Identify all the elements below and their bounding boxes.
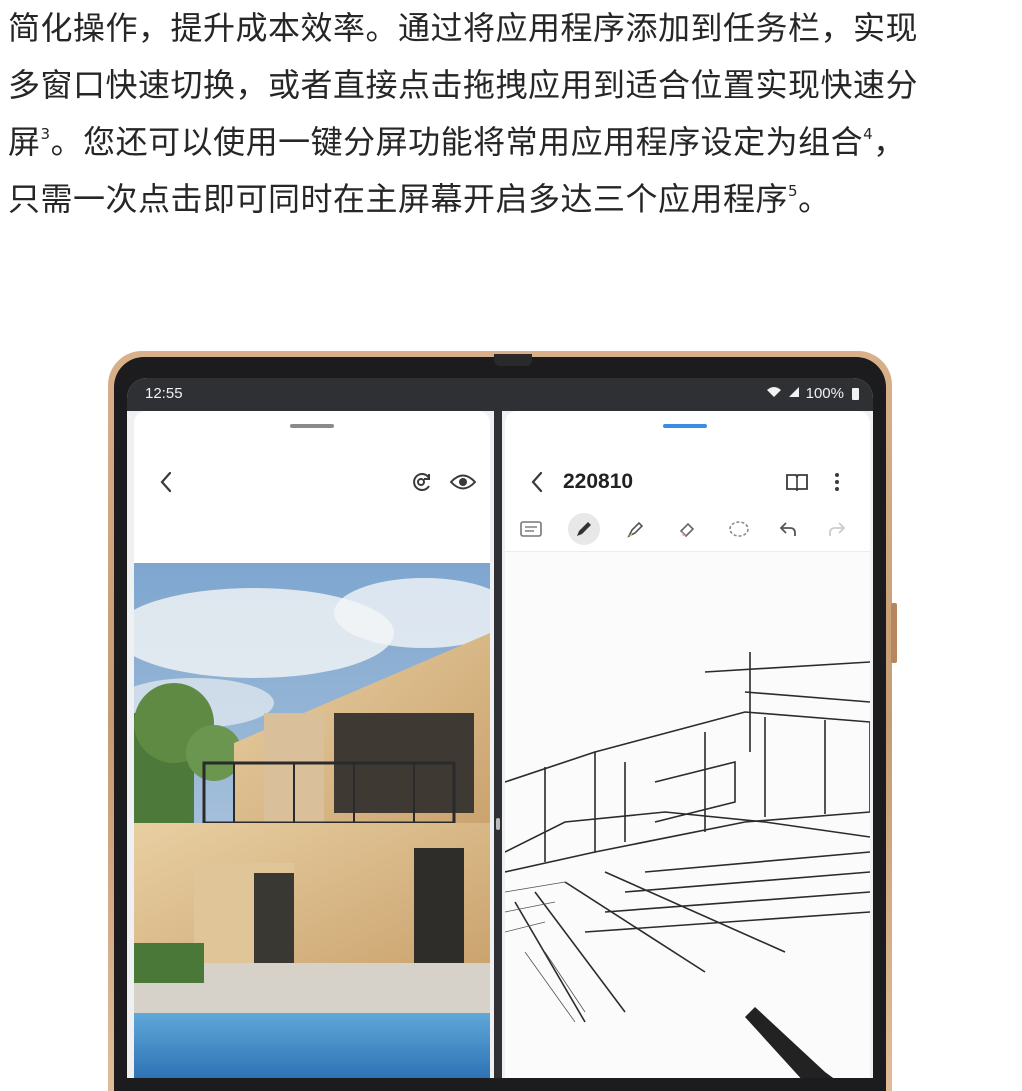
right-app-pane: 220810	[505, 411, 870, 1078]
paragraph-line: 屏3。您还可以使用一键分屏功能将常用应用程序设定为组合4，	[8, 114, 1018, 171]
text-line-4b: 。	[798, 180, 831, 218]
keyboard-icon[interactable]	[515, 513, 547, 545]
wifi-icon	[766, 386, 782, 401]
foldable-phone-image: 12:55 100% 220810	[108, 351, 897, 1091]
pen-icon[interactable]	[568, 513, 600, 545]
footnote-ref-5[interactable]: 5	[788, 182, 798, 200]
eye-icon[interactable]	[447, 466, 479, 498]
text-line-1: 简化操作，提升成本效率。通过将应用程序添加到任务栏，实现	[8, 9, 919, 47]
book-open-icon[interactable]	[781, 466, 813, 498]
paragraph-line: 多窗口快速切换，或者直接点击拖拽应用到适合位置实现快速分	[8, 57, 1018, 114]
chevron-left-icon[interactable]	[150, 466, 182, 498]
pane-drag-handle[interactable]	[290, 424, 334, 428]
pane-drag-handle-active[interactable]	[663, 424, 707, 428]
status-time: 12:55	[145, 385, 183, 402]
text-line-3b: 。您还可以使用一键分屏功能将常用应用程序设定为组合	[50, 123, 864, 161]
hinge-notch	[494, 354, 532, 366]
chevron-left-icon[interactable]	[521, 466, 553, 498]
footnote-ref-3[interactable]: 3	[41, 125, 51, 143]
battery-percent: 100%	[805, 385, 844, 402]
article-text: 简化操作，提升成本效率。通过将应用程序添加到任务栏，实现 多窗口快速切换，或者直…	[8, 0, 1018, 228]
side-button	[891, 603, 897, 663]
split-divider[interactable]	[494, 411, 502, 1078]
phone-bezel: 12:55 100% 220810	[114, 354, 886, 1091]
text-line-2: 多窗口快速切换，或者直接点击拖拽应用到适合位置实现快速分	[8, 66, 919, 104]
battery-icon	[852, 387, 859, 400]
signal-icon	[788, 385, 800, 402]
text-line-3c: ，	[873, 123, 906, 161]
redo-icon[interactable]	[821, 513, 853, 545]
paragraph-line: 简化操作，提升成本效率。通过将应用程序添加到任务栏，实现	[8, 0, 1018, 57]
highlighter-icon[interactable]	[620, 513, 652, 545]
left-app-pane	[134, 411, 490, 1078]
paragraph-line: 只需一次点击即可同时在主屏幕开启多达三个应用程序5。	[8, 171, 1018, 228]
text-line-3a: 屏	[8, 123, 41, 161]
status-indicators: 100%	[766, 385, 859, 402]
house-photo	[134, 563, 490, 1078]
status-bar: 12:55 100%	[127, 378, 873, 411]
text-line-4a: 只需一次点击即可同时在主屏幕开启多达三个应用程序	[8, 180, 789, 218]
footnote-ref-4[interactable]: 4	[863, 125, 873, 143]
undo-icon[interactable]	[772, 513, 804, 545]
sketch-canvas[interactable]	[505, 552, 870, 1078]
eraser-icon[interactable]	[671, 513, 703, 545]
pen-toolbar	[505, 507, 870, 552]
phone-screen: 12:55 100% 220810	[127, 378, 873, 1078]
note-title: 220810	[563, 470, 634, 493]
more-vertical-icon[interactable]	[821, 466, 853, 498]
ar-rotate-icon[interactable]	[406, 466, 438, 498]
divider-handle[interactable]	[496, 818, 500, 830]
lasso-icon[interactable]	[723, 513, 755, 545]
